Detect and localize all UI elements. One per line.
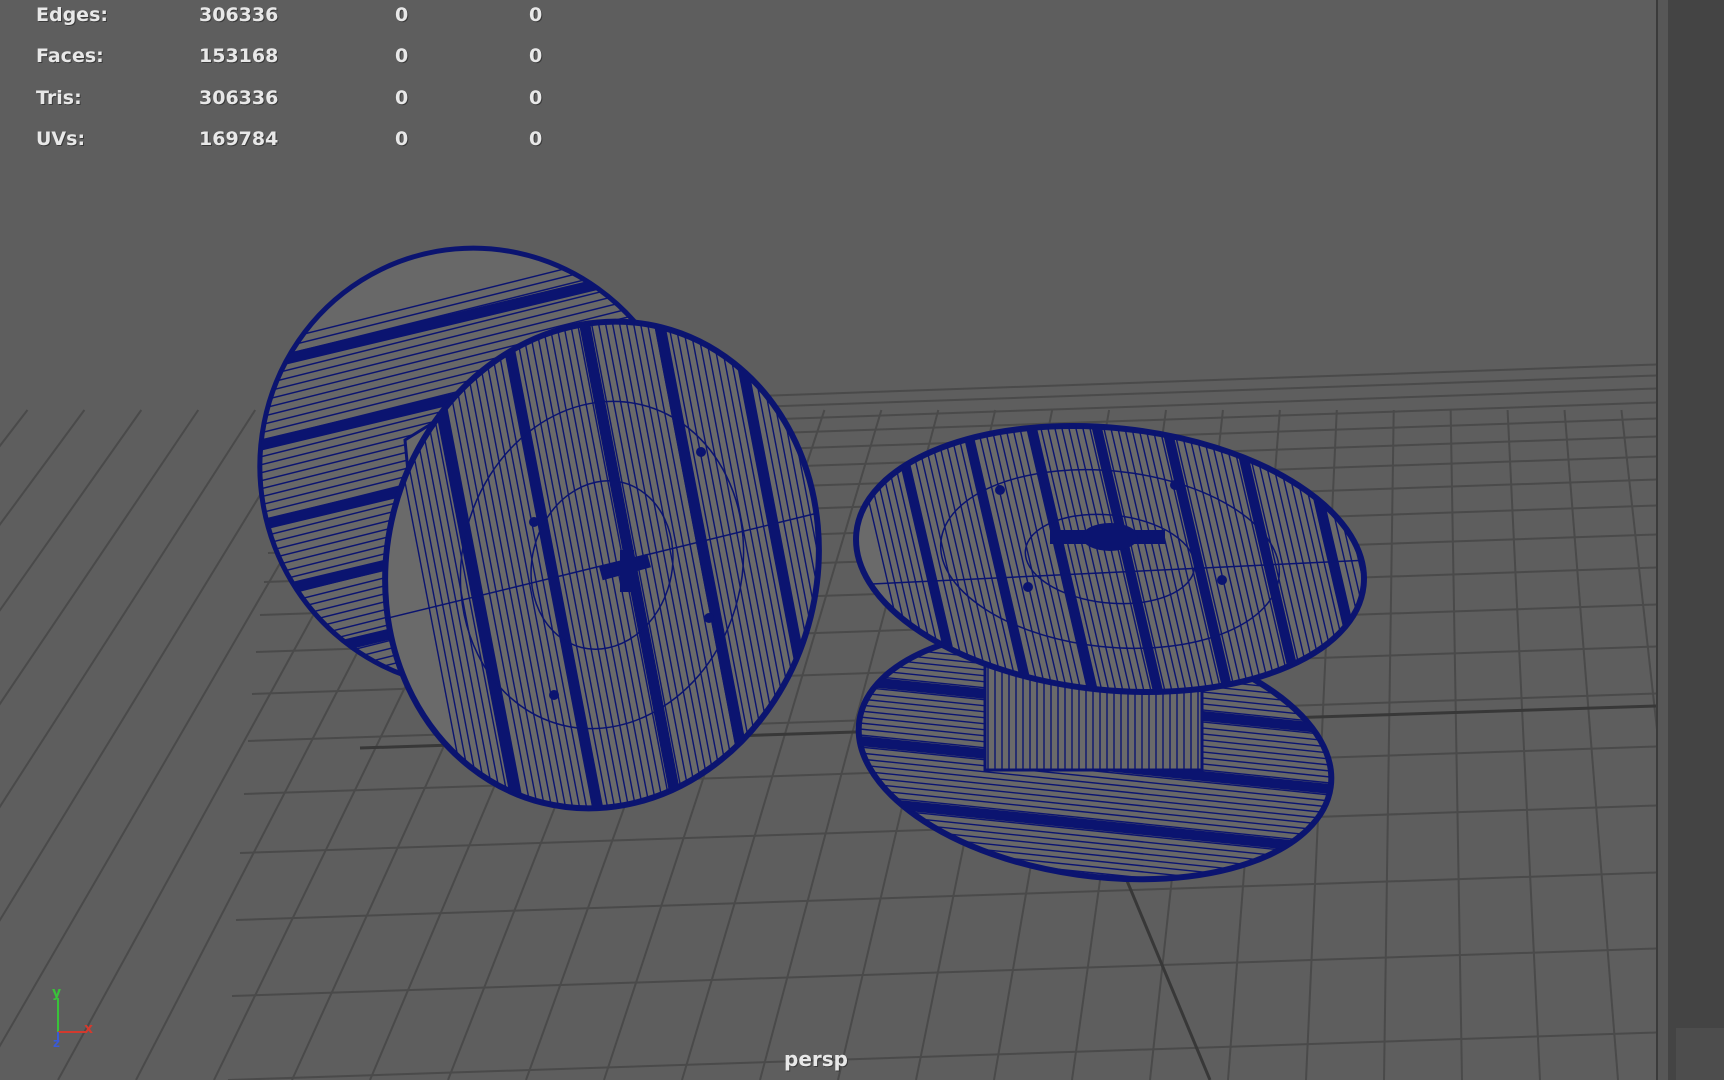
hud-label: Tris:: [36, 86, 82, 109]
axis-z-label: z: [53, 1036, 60, 1048]
hud-row-tris: Tris: 306336 0 0: [36, 87, 556, 128]
hud-value: 153168: [199, 45, 279, 68]
hud-row-uvs: UVs: 169784 0 0: [36, 128, 556, 169]
hud-label: UVs:: [36, 127, 86, 150]
hud-value: 0: [395, 86, 409, 109]
hud-value: 0: [395, 127, 409, 150]
hud-value: 0: [395, 4, 409, 26]
hud-label: Faces:: [36, 45, 104, 68]
hud-value: 0: [529, 45, 543, 68]
axis-y-label: y: [52, 985, 61, 1001]
hud-value: 0: [529, 127, 543, 150]
hud-value: 306336: [199, 4, 279, 26]
axis-x-label: x: [84, 1021, 93, 1037]
cable-spool-right[interactable]: [842, 402, 1412, 934]
hud-label: Edges:: [36, 4, 108, 26]
perspective-viewport[interactable]: Edges: 306336 0 0 Faces: 153168 0 0 Tris…: [0, 0, 1656, 1080]
hud-row-faces: Faces: 153168 0 0: [36, 45, 556, 86]
hud-row-edges: Edges: 306336 0 0: [36, 4, 556, 45]
hud-value: 169784: [199, 127, 279, 150]
camera-label: persp: [784, 1047, 848, 1071]
ground-grid: [0, 363, 1656, 1080]
hud-value: 306336: [199, 86, 279, 109]
hud-value: 0: [529, 4, 543, 26]
hud-value: 0: [395, 45, 409, 68]
panel-corner-block: [1676, 1028, 1724, 1080]
axis-gizmo: y x z: [52, 985, 93, 1048]
panel-separator[interactable]: [1658, 0, 1668, 1080]
poly-count-hud: Edges: 306336 0 0 Faces: 153168 0 0 Tris…: [36, 4, 556, 169]
hud-value: 0: [529, 86, 543, 109]
right-panel: [1668, 0, 1724, 1080]
